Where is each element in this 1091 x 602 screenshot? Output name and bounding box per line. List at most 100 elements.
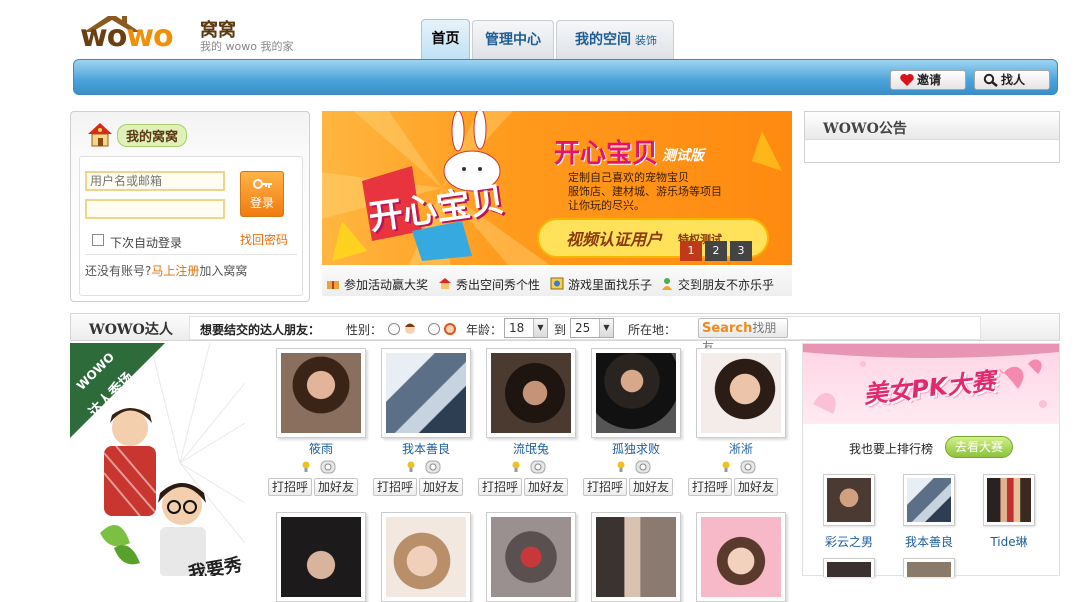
gender-female-radio[interactable] [428, 323, 440, 335]
avatar-image [386, 353, 466, 433]
ranking-name[interactable]: 我本善良 [894, 533, 964, 550]
user-actions: 打招呼 加好友 [583, 478, 695, 496]
banner-title: 开心宝贝 [554, 139, 659, 169]
ranking-name[interactable]: 彩云之男 [814, 533, 884, 550]
find-people-label: 找人 [1001, 73, 1026, 87]
strip-link-games[interactable]: 游戏里面找乐子 [550, 276, 652, 293]
ranking-thumb[interactable] [823, 474, 875, 526]
age-from-select[interactable]: 18 ▼ [504, 318, 548, 338]
avatar-image [907, 562, 951, 577]
girl-icon [444, 323, 456, 335]
search-friends-button[interactable]: Search找朋友 [698, 318, 788, 354]
notice-panel: WOWO公告 [804, 111, 1060, 163]
banner-desc-line: 定制自己喜欢的宠物宝贝 [568, 171, 689, 184]
user-card: 我本善良 打招呼 加好友 [373, 344, 488, 496]
tab-my-space[interactable]: 我的空间 装饰 [556, 20, 674, 60]
add-friend-button[interactable]: 加好友 [419, 478, 463, 496]
banner-page-3[interactable]: 3 [730, 241, 752, 261]
user-photo[interactable] [381, 348, 471, 438]
notice-title: WOWO公告 [805, 112, 1059, 140]
gender-male-radio[interactable] [388, 323, 400, 335]
login-button[interactable]: 登录 [240, 171, 284, 217]
user-actions: 打招呼 加好友 [268, 478, 380, 496]
strip-link-space[interactable]: 秀出空间秀个性 [438, 276, 540, 293]
register-line: 还没有账号?马上注册加入窝窝 [85, 262, 247, 279]
banner-verify-text: 视频认证用户 [566, 230, 663, 249]
password-input[interactable] [85, 199, 225, 219]
age-label: 年龄： [466, 323, 503, 337]
user-photo[interactable] [486, 348, 576, 438]
tab-home[interactable]: 首页 [421, 19, 470, 61]
greet-button[interactable]: 打招呼 [373, 478, 417, 496]
register-link[interactable]: 马上注册 [151, 264, 199, 278]
avatar-image [386, 517, 466, 597]
no-account-text: 还没有账号? [85, 264, 152, 278]
tab-decorate-link[interactable]: 装饰 [635, 34, 657, 47]
ranking-thumb[interactable] [903, 474, 955, 526]
tab-label: 我的空间 [575, 32, 631, 48]
greet-button[interactable]: 打招呼 [268, 478, 312, 496]
user-name[interactable]: 筱雨 [271, 440, 371, 457]
user-card [481, 508, 593, 602]
login-title: 我的窝窝 [117, 124, 188, 147]
user-name[interactable]: 淅淅 [691, 440, 791, 457]
user-photo[interactable] [276, 348, 366, 438]
view-contest-button[interactable]: 去看大赛 [945, 436, 1013, 458]
tab-management[interactable]: 管理中心 [472, 20, 554, 60]
user-photo[interactable] [276, 512, 366, 602]
site-logo[interactable]: wowowowo 窝窝 我的 wowo 我的家 [80, 14, 320, 58]
user-photo[interactable] [381, 512, 471, 602]
avatar-image [596, 353, 676, 433]
user-name[interactable]: 流氓兔 [481, 440, 581, 457]
user-photo[interactable] [486, 512, 576, 602]
user-name[interactable]: 孤独求败 [586, 440, 686, 457]
banner-page-2[interactable]: 2 [705, 241, 727, 261]
house-icon [439, 278, 451, 289]
greet-button[interactable]: 打招呼 [688, 478, 732, 496]
ranking-thumb[interactable] [823, 558, 875, 577]
ranking-thumb[interactable] [983, 474, 1035, 526]
avatar-image [281, 353, 361, 433]
add-friend-button[interactable]: 加好友 [629, 478, 673, 496]
strip-label: 参加活动赢大奖 [344, 278, 429, 292]
location-label: 所在地： [628, 323, 677, 337]
age-to-select[interactable]: 25 ▼ [570, 318, 614, 338]
user-name[interactable]: 我本善良 [376, 440, 476, 457]
status-icons [617, 460, 651, 474]
login-panel: 我的窝窝 登录 下次自动登录 找回密码 还没有账号?马上注册加入窝窝 [70, 111, 310, 302]
remember-checkbox[interactable] [92, 234, 104, 246]
friend-search-bar: WOWO达人 想要结交的达人朋友： 性别： 年龄： 18 ▼ 到 25 ▼ 所在地： [70, 313, 1060, 341]
strip-link-events[interactable]: 参加活动赢大奖 [326, 276, 428, 293]
beauty-pk-panel: 美女PK大赛 我也要上排行榜 去看大赛 彩云之男 我本善良 Tide琳 [802, 343, 1060, 577]
strip-link-friends[interactable]: 交到朋友不亦乐乎 [660, 276, 774, 293]
banner-page-1[interactable]: 1 [680, 241, 702, 261]
username-input[interactable] [85, 171, 225, 191]
user-card [376, 508, 488, 602]
add-friend-button[interactable]: 加好友 [734, 478, 778, 496]
avatar-image [827, 562, 871, 577]
pk-banner[interactable]: 美女PK大赛 [803, 344, 1059, 424]
user-card: 淅淅 打招呼 加好友 [688, 344, 803, 496]
talent-show-promo[interactable]: WOWO 达人秀场 我要秀 [70, 343, 245, 576]
key-icon [253, 179, 272, 189]
add-friend-button[interactable]: 加好友 [524, 478, 568, 496]
user-photo[interactable] [591, 348, 681, 438]
user-photo[interactable] [591, 512, 681, 602]
find-people-button[interactable]: 找人 [974, 70, 1050, 90]
promo-banner[interactable]: 开心宝贝 开心宝贝 测试版 定制自己喜欢的宠物宝贝 服饰店、建材城、游乐场等项目… [322, 111, 792, 265]
ranking-name[interactable]: Tide琳 [974, 533, 1044, 550]
logo-wordmark: wowowowo [80, 19, 174, 54]
person-icon [662, 278, 672, 290]
user-photo[interactable] [696, 512, 786, 602]
house-icon [88, 123, 112, 147]
user-actions: 打招呼 加好友 [688, 478, 800, 496]
user-photo[interactable] [696, 348, 786, 438]
greet-button[interactable]: 打招呼 [478, 478, 522, 496]
forgot-password-link[interactable]: 找回密码 [240, 231, 288, 248]
invite-button[interactable]: 邀请 [890, 70, 966, 90]
greet-button[interactable]: 打招呼 [583, 478, 627, 496]
age-from-value: 18 [509, 321, 525, 335]
ranking-thumb[interactable] [903, 558, 955, 577]
add-friend-button[interactable]: 加好友 [314, 478, 358, 496]
dropdown-arrow-icon: ▼ [599, 319, 613, 337]
